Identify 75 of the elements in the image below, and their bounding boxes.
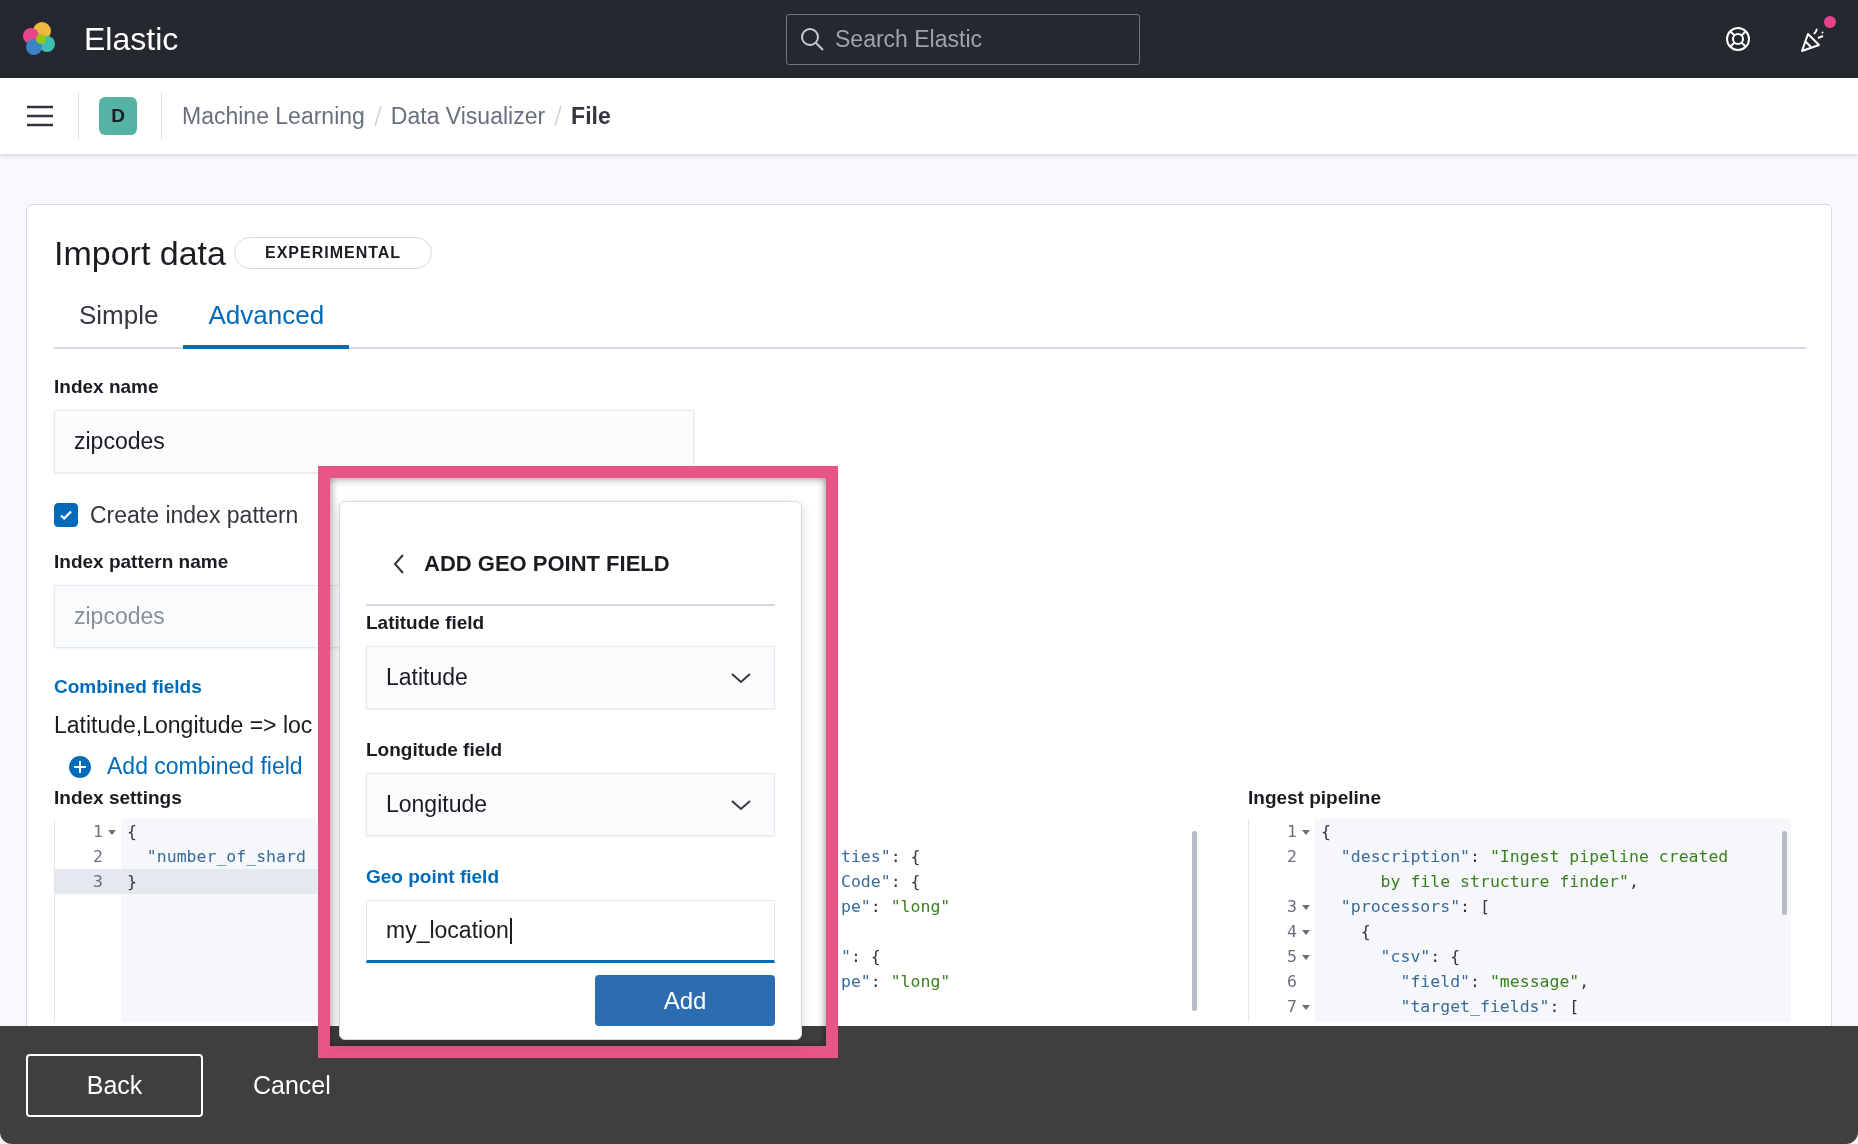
fold-caret-icon[interactable] [1301,827,1311,836]
field-label: Index name [54,375,159,399]
tab[interactable]: Simple [54,290,184,349]
popover-title: ADD GEO POINT FIELD [424,551,670,577]
search-icon [799,26,825,52]
line-number: 7 [1287,997,1297,1016]
slash-separator-icon [372,104,383,128]
line-number: 2 [93,847,103,866]
panel-title: Import data [54,233,226,273]
code-line: by file structure finder", [1379,872,1639,891]
chevron-down-icon [730,671,752,684]
editor-label: Index settings [54,786,182,810]
help-icon[interactable] [1724,25,1752,53]
section-label: Combined fields [54,675,202,699]
code-line: { [127,822,137,841]
line-number: 3 [1287,897,1297,916]
menu-icon[interactable] [26,105,54,127]
code-line: "target_fields": [ [1399,997,1580,1016]
code-line: ": { [841,947,881,966]
add-combined-field-link[interactable]: Add combined field [107,753,303,780]
scrollbar[interactable] [1782,831,1787,915]
checkbox[interactable] [54,503,78,527]
back-chevron-icon[interactable] [392,553,406,575]
field-label: Geo point field [366,865,500,889]
line-number: 1 [1287,822,1297,841]
code-line: "csv": { [1379,947,1461,966]
combined-field-text: Latitude,Longitude => loc [54,712,313,738]
plus-circle-icon[interactable] [68,754,92,779]
line-number: 2 [1287,847,1297,866]
breadcrumb: File [571,102,611,130]
code-line: pe": "long" [841,897,951,916]
cancel-button[interactable]: Cancel [223,1053,361,1117]
code-line: "field": "message", [1399,972,1590,991]
checkbox-label: Create index pattern [90,501,299,529]
fold-caret-icon[interactable] [1301,927,1311,936]
dropdown[interactable]: Longitude [366,773,775,836]
code-line: { [1321,822,1331,841]
fold-caret-icon[interactable] [1301,902,1311,911]
code-line: "description": "Ingest pipeline created [1339,847,1729,866]
code-line: { [1359,922,1371,941]
app-name: Elastic [84,20,179,58]
code-editor[interactable]: 1 { 2 "description": "Ingest pipeline created by file structure finder", 3 "processors": [ 4 { 5 "csv": { 6 "field": "message", 7 "target_fields": [ [1248,819,1791,1022]
line-number: 6 [1287,972,1297,991]
code-line: Code": { [841,872,921,891]
fold-caret-icon[interactable] [107,827,117,836]
code-line: ties": { [841,847,921,866]
fold-caret-icon[interactable] [1301,952,1311,961]
editor-label: Ingest pipeline [1248,786,1382,810]
code-editor[interactable]: 1 { 2 "number_of_shard 3 } [54,819,319,1022]
add-button[interactable]: Add [595,975,775,1026]
fold-caret-icon[interactable] [1301,1002,1311,1011]
text-field[interactable]: my_location [366,900,775,963]
code-line: } [127,872,137,891]
slash-separator-icon [553,104,564,128]
breadcrumb[interactable]: Data Visualizer [390,102,546,130]
chevron-down-icon [730,798,752,811]
line-number: 4 [1287,922,1297,941]
search-field[interactable]: Search Elastic [786,13,1140,65]
dropdown[interactable]: Latitude [366,646,775,709]
code-line: "number_of_shard [145,847,306,866]
field-label: Index pattern name [54,550,229,574]
line-number: 1 [93,822,103,841]
field-label: Latitude field [366,611,486,635]
line-number: 3 [93,872,103,891]
line-number: 5 [1287,947,1297,966]
back-button[interactable]: Back [26,1053,203,1117]
breadcrumb[interactable]: Machine Learning [182,102,365,130]
tab[interactable]: Advanced [183,290,350,349]
field-label: Longitude field [366,738,504,762]
scrollbar[interactable] [1192,831,1197,1011]
code-line: pe": "long" [841,972,951,991]
code-line: "processors": [ [1339,897,1490,916]
text-field[interactable]: zipcodes [54,410,694,473]
space-avatar[interactable]: D [99,97,137,135]
logo-icon[interactable] [20,20,58,58]
